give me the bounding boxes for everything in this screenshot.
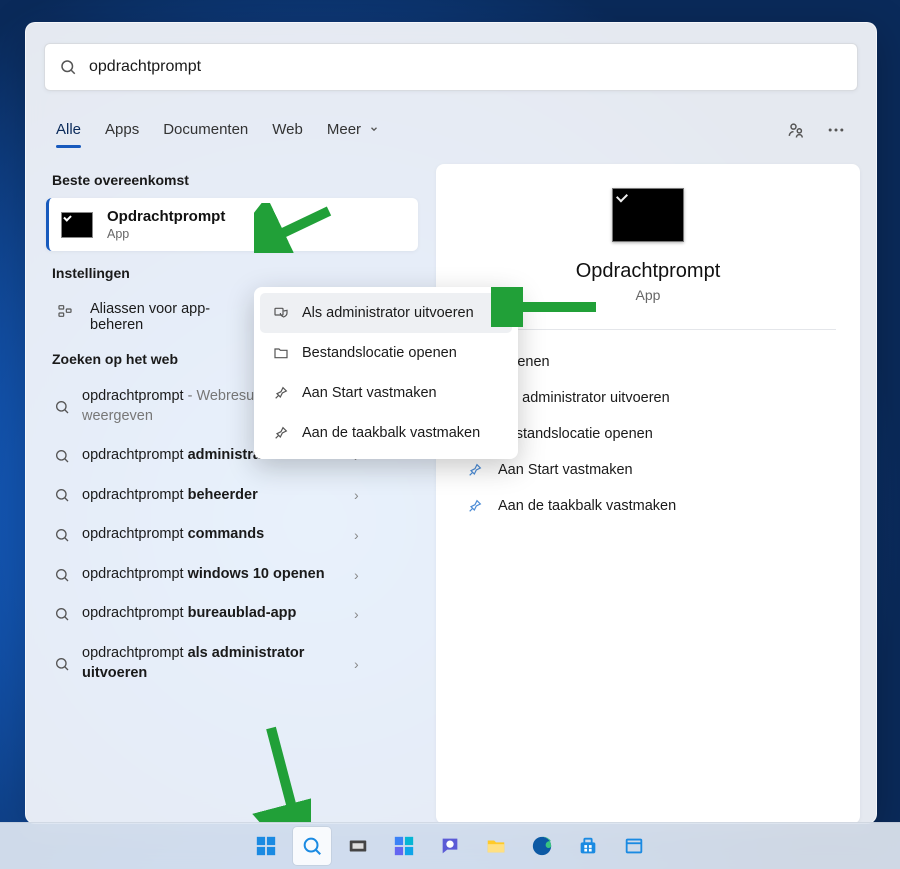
annotation-arrow-3 <box>251 723 311 824</box>
alias-icon <box>57 303 73 319</box>
search-icon <box>301 835 323 857</box>
web-result-label: opdrachtprompt bureaublad-app <box>82 604 342 624</box>
tab-all[interactable]: Alle <box>56 113 81 146</box>
context-menu-label: Aan Start vastmaken <box>302 385 437 401</box>
search-icon <box>54 399 70 415</box>
preview-pane: Opdrachtprompt App OpenenAls administrat… <box>436 164 860 824</box>
web-result-label: opdrachtprompt als administrator uitvoer… <box>82 644 342 683</box>
best-match-item[interactable]: Opdrachtprompt App <box>46 198 418 251</box>
windows-icon <box>255 835 277 857</box>
web-result-label: opdrachtprompt windows 10 openen <box>82 565 342 585</box>
best-match-title: Opdrachtprompt <box>107 208 225 225</box>
web-result-label: opdrachtprompt commands <box>82 525 342 545</box>
explorer-icon <box>484 835 508 857</box>
chevron-right-icon: › <box>354 527 359 543</box>
context-menu-item[interactable]: Bestandslocatie openen <box>260 333 512 373</box>
taskbar-widgets-button[interactable] <box>385 827 423 865</box>
search-icon <box>54 606 70 622</box>
preview-action[interactable]: Aan Start vastmaken <box>460 452 836 488</box>
web-result[interactable]: opdrachtprompt beheerder › <box>42 476 422 516</box>
taskbar-start-button[interactable] <box>247 827 285 865</box>
annotation-arrow-1 <box>254 203 334 253</box>
taskbar-search-button[interactable] <box>293 827 331 865</box>
preview-app-icon <box>612 188 684 242</box>
preview-title: Opdrachtprompt <box>576 260 721 283</box>
chevron-right-icon: › <box>354 656 359 672</box>
section-settings: Instellingen <box>52 265 412 281</box>
search-icon <box>59 58 77 76</box>
admin-shield-icon <box>272 305 290 321</box>
web-result[interactable]: opdrachtprompt commands › <box>42 515 422 555</box>
search-icon <box>54 656 70 672</box>
search-icon <box>54 527 70 543</box>
taskbar-store-button[interactable] <box>569 827 607 865</box>
results-list: Beste overeenkomst Opdrachtprompt App In… <box>42 164 422 824</box>
preview-action-label: Bestandslocatie openen <box>498 426 653 442</box>
web-result[interactable]: opdrachtprompt bureaublad-app › <box>42 594 422 634</box>
chat-icon <box>439 835 461 857</box>
context-menu-label: Bestandslocatie openen <box>302 345 457 361</box>
annotation-arrow-2 <box>491 287 601 327</box>
preview-action-label: Als administrator uitvoeren <box>498 390 670 406</box>
store-icon <box>577 835 599 857</box>
web-result[interactable]: opdrachtprompt windows 10 openen › <box>42 555 422 595</box>
search-input[interactable] <box>87 57 843 77</box>
preview-action[interactable]: Aan de taakbalk vastmaken <box>460 488 836 524</box>
edge-icon <box>531 835 553 857</box>
folder-icon <box>272 345 290 361</box>
tab-apps[interactable]: Apps <box>105 113 139 146</box>
tab-docs[interactable]: Documenten <box>163 113 248 146</box>
search-icon <box>54 448 70 464</box>
search-icon <box>54 487 70 503</box>
taskbar-app-button[interactable] <box>615 827 653 865</box>
taskbar-explorer-button[interactable] <box>477 827 515 865</box>
account-switch-icon[interactable] <box>786 120 806 140</box>
context-menu-item[interactable]: Aan Start vastmaken <box>260 373 512 413</box>
settings-item-label: Aliassen voor app-beheren <box>90 301 230 333</box>
pin-icon <box>466 498 484 514</box>
tab-more[interactable]: Meer <box>327 113 379 146</box>
taskview-icon <box>347 835 369 857</box>
window-icon <box>623 835 645 857</box>
search-panel: Alle Apps Documenten Web Meer Beste over… <box>25 22 877 824</box>
search-box[interactable] <box>44 43 858 91</box>
context-menu-label: Aan de taakbalk vastmaken <box>302 425 480 441</box>
filter-tabs: Alle Apps Documenten Web Meer <box>26 103 876 146</box>
best-match-subtitle: App <box>107 227 225 241</box>
preview-subtitle: App <box>636 287 661 303</box>
chevron-down-icon <box>369 124 379 134</box>
context-menu: Als administrator uitvoeren Bestandslocat… <box>254 287 518 459</box>
context-menu-item[interactable]: Aan de taakbalk vastmaken <box>260 413 512 453</box>
pin-icon <box>466 462 484 478</box>
more-icon[interactable] <box>826 120 846 140</box>
taskbar-taskview-button[interactable] <box>339 827 377 865</box>
search-icon <box>54 567 70 583</box>
taskbar-edge-button[interactable] <box>523 827 561 865</box>
taskbar <box>0 822 900 869</box>
tab-web[interactable]: Web <box>272 113 303 146</box>
web-result-label: opdrachtprompt beheerder <box>82 486 342 506</box>
preview-action-label: Aan de taakbalk vastmaken <box>498 498 676 514</box>
cmd-app-icon <box>61 212 93 238</box>
chevron-right-icon: › <box>354 487 359 503</box>
pin-icon <box>272 385 290 401</box>
chevron-right-icon: › <box>354 567 359 583</box>
taskbar-chat-button[interactable] <box>431 827 469 865</box>
context-menu-item[interactable]: Als administrator uitvoeren <box>260 293 512 333</box>
context-menu-label: Als administrator uitvoeren <box>302 305 474 321</box>
widgets-icon <box>393 835 415 857</box>
chevron-right-icon: › <box>354 606 359 622</box>
web-result[interactable]: opdrachtprompt als administrator uitvoer… <box>42 634 422 693</box>
section-best-match: Beste overeenkomst <box>52 172 412 188</box>
preview-action-label: Aan Start vastmaken <box>498 462 633 478</box>
pin-icon <box>272 425 290 441</box>
